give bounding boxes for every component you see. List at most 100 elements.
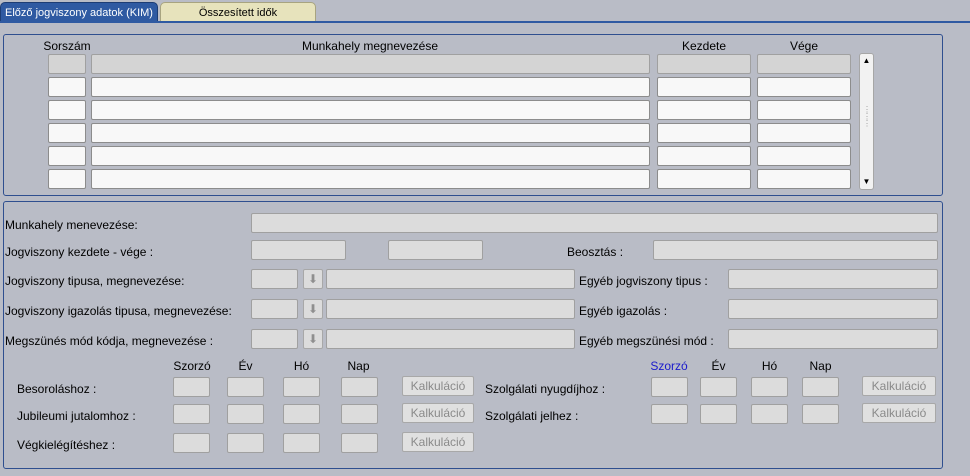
beosztas-field[interactable] bbox=[653, 240, 938, 260]
vegkielegites-ev[interactable] bbox=[227, 433, 264, 453]
label-besorolashoz: Besoroláshoz : bbox=[17, 382, 97, 396]
jel-kalkulacio-button[interactable]: Kalkuláció bbox=[862, 403, 936, 423]
table-cell-sorszam[interactable] bbox=[48, 169, 86, 189]
besorolashoz-ev[interactable] bbox=[227, 377, 264, 397]
egyeb-megszunes-field[interactable] bbox=[728, 329, 938, 349]
label-egyeb-jogviszony: Egyéb jogviszony tipus : bbox=[579, 274, 708, 288]
table-cell-vege[interactable] bbox=[757, 100, 851, 120]
jubileumi-ho[interactable] bbox=[283, 404, 320, 424]
table-cell-kezdete[interactable] bbox=[657, 146, 751, 166]
jogviszony-kezdete-field[interactable] bbox=[251, 240, 346, 260]
besorolashoz-ho[interactable] bbox=[283, 377, 320, 397]
table-cell-munkahely[interactable] bbox=[91, 123, 650, 143]
vegkielegites-ho[interactable] bbox=[283, 433, 320, 453]
igazolas-lov-button[interactable]: ⬇ bbox=[303, 299, 323, 319]
table-cell-kezdete[interactable] bbox=[657, 123, 751, 143]
egyeb-jogviszony-field[interactable] bbox=[728, 269, 938, 289]
table-cell-munkahely[interactable] bbox=[91, 146, 650, 166]
scroll-up-icon[interactable]: ▲ bbox=[860, 55, 873, 67]
megszunes-lov-button[interactable]: ⬇ bbox=[303, 329, 323, 349]
besorolashoz-kalkulacio-button[interactable]: Kalkuláció bbox=[402, 376, 474, 396]
table-cell-vege[interactable] bbox=[757, 146, 851, 166]
label-egyeb-igazolas: Egyéb igazolás : bbox=[579, 304, 668, 318]
calc-header-nap: Nap bbox=[347, 359, 370, 373]
nyugdij-ho[interactable] bbox=[751, 377, 788, 397]
jel-szorzo[interactable] bbox=[651, 404, 688, 424]
jogviszony-tipusa-name-field[interactable] bbox=[326, 269, 575, 289]
table-cell-vege[interactable] bbox=[757, 54, 851, 74]
table-cell-kezdete[interactable] bbox=[657, 100, 751, 120]
table-cell-munkahely[interactable] bbox=[91, 77, 650, 97]
jubileumi-nap[interactable] bbox=[341, 404, 378, 424]
tab-underline bbox=[0, 21, 970, 23]
table-scrollbar[interactable]: ▲ ⋮ ⋮ ⋮ ▼ bbox=[859, 53, 874, 190]
table-cell-sorszam[interactable] bbox=[48, 77, 86, 97]
egyeb-igazolas-field[interactable] bbox=[728, 299, 938, 319]
header-sorszam: Sorszám bbox=[43, 39, 91, 53]
calc-header-szorzo: Szorzó bbox=[173, 359, 211, 373]
table-cell-vege[interactable] bbox=[757, 123, 851, 143]
vegkielegites-kalkulacio-button[interactable]: Kalkuláció bbox=[402, 432, 474, 452]
label-beosztas: Beosztás : bbox=[567, 245, 624, 259]
calc-header-ho: Hó bbox=[293, 359, 310, 373]
igazolas-code-field[interactable] bbox=[251, 299, 298, 319]
jel-ev[interactable] bbox=[700, 404, 737, 424]
nyugdij-nap[interactable] bbox=[802, 377, 839, 397]
table-cell-munkahely[interactable] bbox=[91, 54, 650, 74]
jubileumi-kalkulacio-button[interactable]: Kalkuláció bbox=[402, 403, 474, 423]
label-igazolas: Jogviszony igazolás tipusa, megnevezése: bbox=[5, 304, 232, 318]
table-cell-kezdete[interactable] bbox=[657, 77, 751, 97]
table-cell-sorszam[interactable] bbox=[48, 123, 86, 143]
nyugdij-kalkulacio-button[interactable]: Kalkuláció bbox=[862, 376, 936, 396]
label-jogviszony-tipusa: Jogviszony tipusa, megnevezése: bbox=[5, 274, 185, 288]
label-szolgalati-nyugdij: Szolgálati nyugdíjhoz : bbox=[485, 382, 606, 396]
jogviszony-vege-field[interactable] bbox=[388, 240, 483, 260]
scroll-down-icon[interactable]: ▼ bbox=[860, 176, 873, 188]
jel-nap[interactable] bbox=[802, 404, 839, 424]
arrow-down-icon: ⬇ bbox=[307, 302, 319, 316]
table-cell-sorszam[interactable] bbox=[48, 54, 86, 74]
arrow-down-icon: ⬇ bbox=[307, 272, 319, 286]
jubileumi-szorzo[interactable] bbox=[173, 404, 210, 424]
jogviszony-tipusa-code-field[interactable] bbox=[251, 269, 298, 289]
table-cell-sorszam[interactable] bbox=[48, 100, 86, 120]
tab-osszesitett-idok[interactable]: Összesített idők bbox=[160, 2, 316, 22]
header-kezdete: Kezdete bbox=[681, 39, 727, 53]
calc-header-ev: Év bbox=[238, 359, 253, 373]
besorolashoz-nap[interactable] bbox=[341, 377, 378, 397]
megszunes-name-field[interactable] bbox=[326, 329, 575, 349]
calc-right-header-ho: Hó bbox=[761, 359, 778, 373]
label-jubileumi: Jubileumi jutalomhoz : bbox=[17, 409, 136, 423]
table-cell-kezdete[interactable] bbox=[657, 169, 751, 189]
calc-right-header-ev: Év bbox=[711, 359, 726, 373]
label-egyeb-megszunes: Egyéb megszünési mód : bbox=[579, 334, 714, 348]
jubileumi-ev[interactable] bbox=[227, 404, 264, 424]
header-munkahely: Munkahely megnevezése bbox=[301, 39, 439, 53]
calc-right-header-nap: Nap bbox=[809, 359, 832, 373]
table-cell-vege[interactable] bbox=[757, 77, 851, 97]
vegkielegites-nap[interactable] bbox=[341, 433, 378, 453]
label-szolgalati-jel: Szolgálati jelhez : bbox=[485, 409, 579, 423]
igazolas-name-field[interactable] bbox=[326, 299, 575, 319]
table-cell-munkahely[interactable] bbox=[91, 100, 650, 120]
table-cell-vege[interactable] bbox=[757, 169, 851, 189]
tab-elozo-jogviszony[interactable]: Előző jogviszony adatok (KIM) bbox=[0, 2, 158, 22]
munkahely-field[interactable] bbox=[251, 213, 938, 233]
table-cell-munkahely[interactable] bbox=[91, 169, 650, 189]
besorolashoz-szorzo[interactable] bbox=[173, 377, 210, 397]
scroll-grip-icon[interactable]: ⋮ ⋮ ⋮ bbox=[863, 106, 871, 134]
table-cell-kezdete[interactable] bbox=[657, 54, 751, 74]
calc-right-header-szorzo: Szorzó bbox=[650, 359, 688, 373]
jogviszony-tipusa-lov-button[interactable]: ⬇ bbox=[303, 269, 323, 289]
nyugdij-ev[interactable] bbox=[700, 377, 737, 397]
label-vegkielegites: Végkielégítéshez : bbox=[17, 438, 116, 452]
table-cell-sorszam[interactable] bbox=[48, 146, 86, 166]
header-vege: Vége bbox=[789, 39, 819, 53]
label-munkahely: Munkahely menevezése: bbox=[5, 218, 138, 232]
arrow-down-icon: ⬇ bbox=[307, 332, 319, 346]
jel-ho[interactable] bbox=[751, 404, 788, 424]
label-jogviszony-kezdete: Jogviszony kezdete - vége : bbox=[5, 245, 154, 259]
nyugdij-szorzo[interactable] bbox=[651, 377, 688, 397]
vegkielegites-szorzo[interactable] bbox=[173, 433, 210, 453]
megszunes-code-field[interactable] bbox=[251, 329, 298, 349]
